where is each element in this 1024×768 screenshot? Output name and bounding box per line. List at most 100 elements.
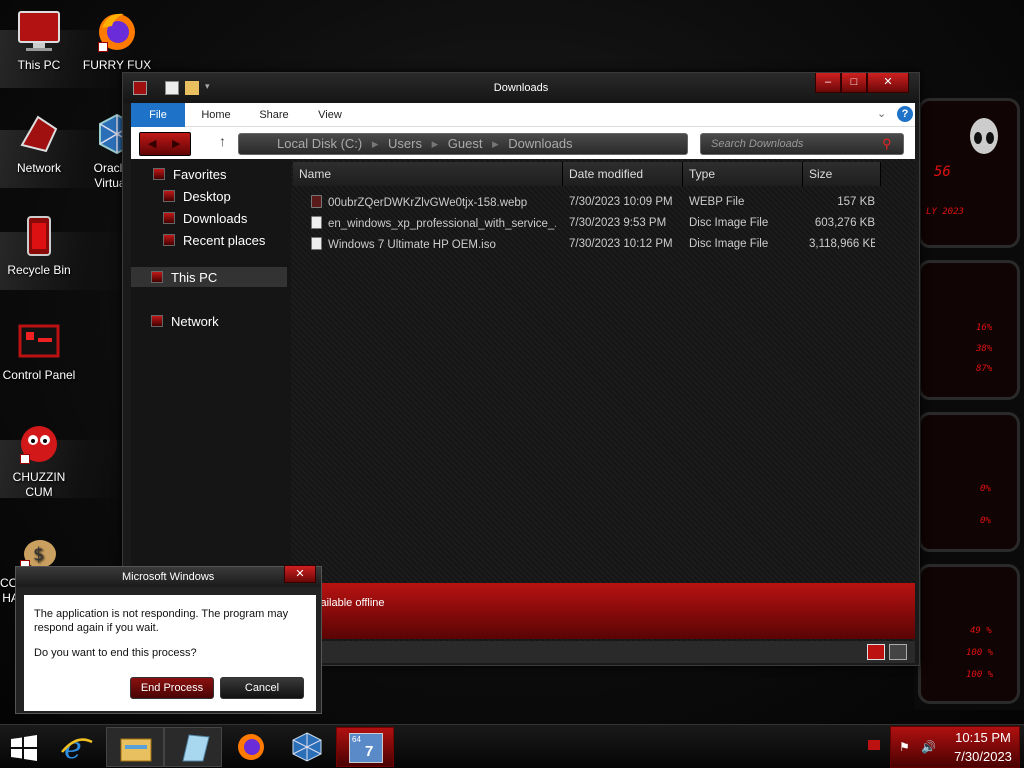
- gadget-readout: 0%: [980, 516, 991, 526]
- nav-recent-places[interactable]: Recent places: [163, 233, 265, 248]
- search-icon[interactable]: ⚲: [882, 136, 892, 152]
- nav-desktop[interactable]: Desktop: [163, 189, 231, 204]
- breadcrumb-users[interactable]: Users: [388, 136, 422, 151]
- breadcrumb-separator-icon: ▸: [492, 136, 499, 151]
- taskbar-firefox[interactable]: [222, 727, 280, 767]
- cancel-button[interactable]: Cancel: [220, 677, 304, 699]
- show-hidden-icons-icon[interactable]: [868, 740, 880, 750]
- clock-time[interactable]: 10:15 PM: [949, 730, 1017, 745]
- end-process-button[interactable]: End Process: [130, 677, 214, 699]
- action-center-flag-icon[interactable]: ⚑: [899, 740, 910, 754]
- column-header-name[interactable]: Name: [293, 162, 563, 186]
- recycle-bin-icon: [16, 213, 62, 259]
- file-date: 7/30/2023 9:53 PM: [569, 217, 667, 229]
- gadget-readout: 87%: [976, 364, 993, 374]
- tab-home[interactable]: Home: [191, 103, 241, 127]
- start-icon: [11, 735, 37, 761]
- back-forward-buttons[interactable]: ◀ ▶: [139, 132, 191, 156]
- notepad-icon: [182, 734, 210, 762]
- tab-view[interactable]: View: [307, 103, 353, 127]
- desktop-icon-furry-fux[interactable]: FURRY FUX: [78, 8, 156, 73]
- virtualbox-icon: [292, 732, 322, 762]
- file-type: Disc Image File: [689, 238, 769, 250]
- desktop-icon-this-pc[interactable]: This PC: [0, 8, 78, 73]
- column-header-size[interactable]: Size: [803, 162, 881, 186]
- gadget-readout: 0%: [980, 484, 991, 494]
- taskbar-notepad[interactable]: [164, 727, 222, 767]
- taskbar-file-explorer[interactable]: [106, 727, 164, 767]
- file-type: WEBP File: [689, 196, 745, 208]
- details-view-icon[interactable]: [867, 644, 885, 660]
- dialog-title[interactable]: Microsoft Windows: [16, 567, 321, 587]
- window-titlebar[interactable]: ▾ Downloads – □ ✕: [123, 73, 919, 103]
- desktop-icon-chuzzin[interactable]: CHUZZIN CUM: [0, 420, 78, 500]
- desktop-folder-icon: [163, 190, 175, 202]
- back-arrow-icon[interactable]: ◀: [148, 137, 156, 150]
- file-date: 7/30/2023 10:12 PM: [569, 238, 673, 250]
- desktop-icon-recycle-bin[interactable]: Recycle Bin: [0, 213, 78, 278]
- disc-image-icon: [311, 237, 322, 250]
- windows7-usb-tool-icon: 64 7: [349, 733, 383, 763]
- internet-explorer-icon: e: [61, 732, 93, 762]
- dialog-body: The application is not responding. The p…: [24, 595, 316, 711]
- tab-file[interactable]: File: [131, 103, 185, 127]
- disc-image-icon: [311, 216, 322, 229]
- start-button[interactable]: [0, 727, 48, 767]
- taskbar-virtualbox[interactable]: [278, 727, 336, 767]
- file-name: Windows 7 Ultimate HP OEM.iso: [328, 239, 496, 251]
- breadcrumb-separator-icon: ▸: [431, 136, 439, 151]
- gadget-disk-panel: [918, 412, 1020, 552]
- dialog-close-button[interactable]: ✕: [284, 565, 316, 583]
- gadget-readout: 56: [934, 164, 951, 180]
- large-icons-view-icon[interactable]: [889, 644, 907, 660]
- gadget-readout: 100 %: [966, 670, 994, 680]
- ribbon-expand-icon[interactable]: ⌄: [877, 107, 886, 120]
- gadget-readout: 49 %: [970, 626, 992, 636]
- help-icon[interactable]: ?: [897, 106, 913, 122]
- control-panel-icon: [16, 318, 62, 364]
- desktop-icon-control-panel[interactable]: Control Panel: [0, 318, 78, 383]
- up-arrow-icon[interactable]: ↑: [219, 133, 226, 149]
- minimize-button[interactable]: –: [815, 73, 841, 93]
- column-header-date-modified[interactable]: Date modified: [563, 162, 683, 186]
- shortcut-arrow-icon: [20, 454, 30, 464]
- clock-date[interactable]: 7/30/2023: [949, 749, 1017, 764]
- monitor-icon: [16, 8, 62, 54]
- not-responding-dialog: Microsoft Windows ✕ The application is n…: [15, 565, 322, 714]
- taskbar: e 64 7 ⚑ 🔊 10:15 PM 7/30/2023: [0, 724, 1024, 768]
- column-header-type[interactable]: Type: [683, 162, 803, 186]
- breadcrumb-downloads[interactable]: Downloads: [508, 136, 572, 151]
- search-input[interactable]: Search Downloads: [700, 133, 904, 155]
- forward-arrow-icon[interactable]: ▶: [172, 137, 180, 150]
- window-title: Downloads: [493, 82, 549, 94]
- file-date: 7/30/2023 10:09 PM: [569, 196, 673, 208]
- firefox-icon: [94, 8, 140, 54]
- nav-this-pc[interactable]: This PC: [151, 270, 217, 285]
- close-button[interactable]: ✕: [867, 73, 909, 93]
- recent-places-icon: [163, 234, 175, 246]
- nav-downloads[interactable]: Downloads: [163, 211, 247, 226]
- network-icon: [16, 111, 62, 157]
- desktop-icon-network[interactable]: Network: [0, 111, 78, 176]
- nav-label: Favorites: [173, 167, 227, 182]
- desktop-icon-label: This PC: [17, 58, 61, 72]
- breadcrumb-local-disk[interactable]: Local Disk (C:): [277, 136, 362, 151]
- volume-icon[interactable]: 🔊: [921, 740, 936, 754]
- availability-text: vailable offline: [315, 597, 385, 609]
- address-bar[interactable]: Local Disk (C:) ▸ Users ▸ Guest ▸ Downlo…: [238, 133, 688, 155]
- gadget-readout: LY 2023: [926, 207, 964, 217]
- star-icon: [153, 168, 165, 180]
- gadget-readout: 38%: [976, 344, 993, 354]
- file-name-cell: en_windows_xp_professional_with_service_…: [311, 216, 556, 230]
- ribbon: File Home Share View ⌄ ?: [131, 103, 915, 127]
- taskbar-windows7-usb-tool[interactable]: 64 7: [336, 727, 394, 767]
- system-monitor-gadget: 56 LY 2023 16% 38% 87% 0% 0% 49 % 100 % …: [914, 90, 1024, 710]
- maximize-button[interactable]: □: [841, 73, 867, 93]
- nav-favorites[interactable]: Favorites: [153, 167, 226, 182]
- breadcrumb-guest[interactable]: Guest: [448, 136, 483, 151]
- taskbar-internet-explorer[interactable]: e: [48, 727, 106, 767]
- alien-head-icon: [970, 118, 998, 154]
- tab-share[interactable]: Share: [249, 103, 299, 127]
- file-name: en_windows_xp_professional_with_service_…: [328, 218, 556, 230]
- nav-network[interactable]: Network: [151, 314, 219, 329]
